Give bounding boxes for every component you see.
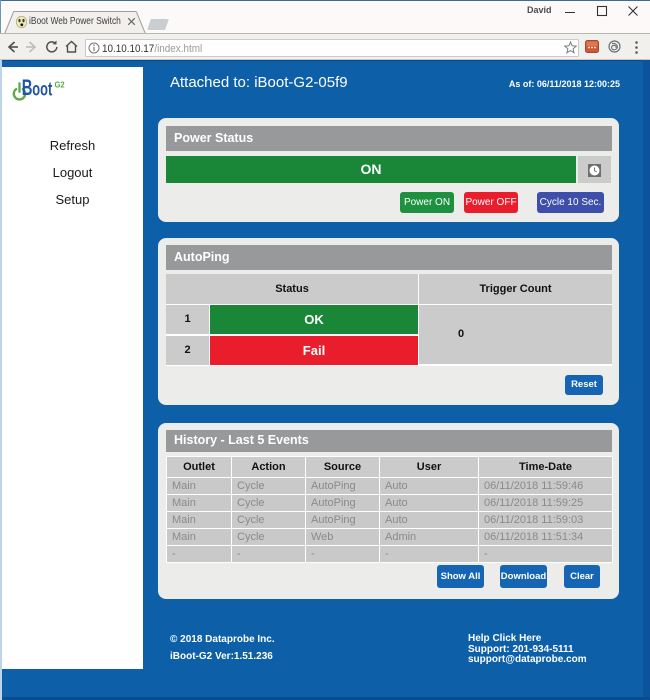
svg-text:G2: G2: [55, 80, 66, 89]
svg-text:oot: oot: [32, 78, 52, 100]
svg-text:B: B: [22, 76, 33, 101]
